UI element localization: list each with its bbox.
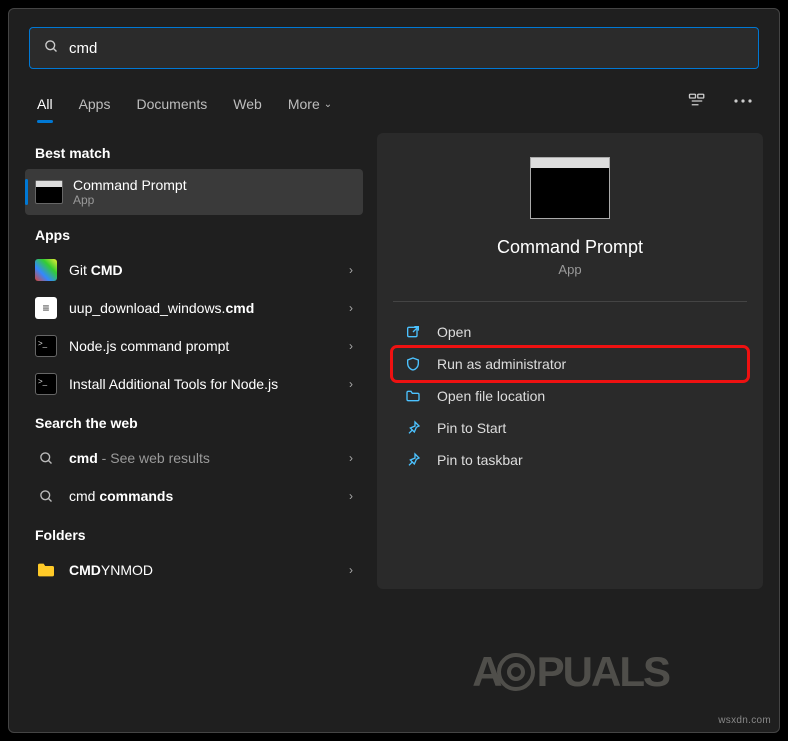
section-header-web: Search the web	[35, 415, 353, 431]
best-match-result[interactable]: Command Prompt App	[25, 169, 363, 215]
action-label: Run as administrator	[437, 356, 566, 372]
section-header-apps: Apps	[35, 227, 353, 243]
web-result-cmd-commands[interactable]: cmd commands ›	[25, 477, 363, 515]
app-result-uup-download[interactable]: uup_download_windows.cmd ›	[25, 289, 363, 327]
tab-apps[interactable]: Apps	[79, 87, 111, 121]
tab-web[interactable]: Web	[233, 87, 262, 121]
section-header-best-match: Best match	[35, 145, 353, 161]
list-item-label: cmd - See web results	[69, 450, 349, 466]
chevron-right-icon: ›	[349, 339, 353, 353]
web-result-cmd[interactable]: cmd - See web results ›	[25, 439, 363, 477]
folder-icon	[35, 559, 57, 581]
open-icon	[403, 324, 423, 340]
preview-pane: Command Prompt App Open Run as administr…	[377, 133, 763, 589]
action-pin-to-start[interactable]: Pin to Start	[393, 412, 747, 444]
search-input[interactable]: cmd	[29, 27, 759, 69]
pin-icon	[403, 420, 423, 436]
action-label: Open file location	[437, 388, 545, 404]
list-item-label: CMDYNMOD	[69, 562, 349, 578]
list-item-label: Node.js command prompt	[69, 338, 349, 354]
action-open-file-location[interactable]: Open file location	[393, 380, 747, 412]
action-label: Pin to taskbar	[437, 452, 523, 468]
command-prompt-icon	[530, 157, 610, 219]
action-open[interactable]: Open	[393, 316, 747, 348]
app-result-nodejs-prompt[interactable]: Node.js command prompt ›	[25, 327, 363, 365]
file-icon	[35, 297, 57, 319]
search-query-text: cmd	[69, 40, 744, 57]
tab-more-label: More	[288, 96, 320, 112]
preview-title: Command Prompt	[393, 237, 747, 258]
list-item-label: uup_download_windows.cmd	[69, 300, 349, 316]
tab-all[interactable]: All	[37, 87, 53, 121]
preview-subtitle: App	[393, 262, 747, 277]
chevron-right-icon: ›	[349, 563, 353, 577]
search-icon	[35, 485, 57, 507]
chevron-right-icon: ›	[349, 489, 353, 503]
shield-icon	[403, 356, 423, 372]
terminal-icon	[35, 373, 57, 395]
action-label: Open	[437, 324, 471, 340]
list-item-label: cmd commands	[69, 488, 349, 504]
search-icon	[35, 447, 57, 469]
list-item-label: Git CMD	[69, 262, 349, 278]
folder-result-cmdynmod[interactable]: CMDYNMOD ›	[25, 551, 363, 589]
chevron-right-icon: ›	[349, 451, 353, 465]
folder-open-icon	[403, 388, 423, 404]
search-icon	[44, 39, 59, 58]
chevron-right-icon: ›	[349, 377, 353, 391]
git-icon	[35, 259, 57, 281]
action-label: Pin to Start	[437, 420, 506, 436]
quick-search-options-button[interactable]	[681, 85, 713, 117]
list-item-label: Install Additional Tools for Node.js	[69, 376, 349, 392]
command-prompt-icon	[35, 180, 63, 204]
tab-documents[interactable]: Documents	[136, 87, 207, 121]
section-header-folders: Folders	[35, 527, 353, 543]
watermark-logo: APUALS	[472, 648, 669, 696]
app-result-git-cmd[interactable]: Git CMD ›	[25, 251, 363, 289]
results-column: Best match Command Prompt App Apps Git C…	[25, 133, 363, 589]
chevron-down-icon: ⌄	[324, 99, 332, 110]
watermark-text: wsxdn.com	[718, 715, 771, 726]
best-match-title: Command Prompt	[73, 177, 187, 193]
more-options-button[interactable]	[727, 85, 759, 117]
tab-more[interactable]: More ⌄	[288, 87, 332, 121]
chevron-right-icon: ›	[349, 263, 353, 277]
divider	[393, 301, 747, 302]
pin-icon	[403, 452, 423, 468]
best-match-subtitle: App	[73, 193, 187, 207]
action-pin-to-taskbar[interactable]: Pin to taskbar	[393, 444, 747, 476]
terminal-icon	[35, 335, 57, 357]
filter-tabs: All Apps Documents Web More ⌄	[9, 79, 779, 123]
app-result-nodejs-tools[interactable]: Install Additional Tools for Node.js ›	[25, 365, 363, 403]
chevron-right-icon: ›	[349, 301, 353, 315]
action-run-as-administrator[interactable]: Run as administrator	[393, 348, 747, 380]
search-window: cmd All Apps Documents Web More ⌄ Best ma…	[8, 8, 780, 733]
